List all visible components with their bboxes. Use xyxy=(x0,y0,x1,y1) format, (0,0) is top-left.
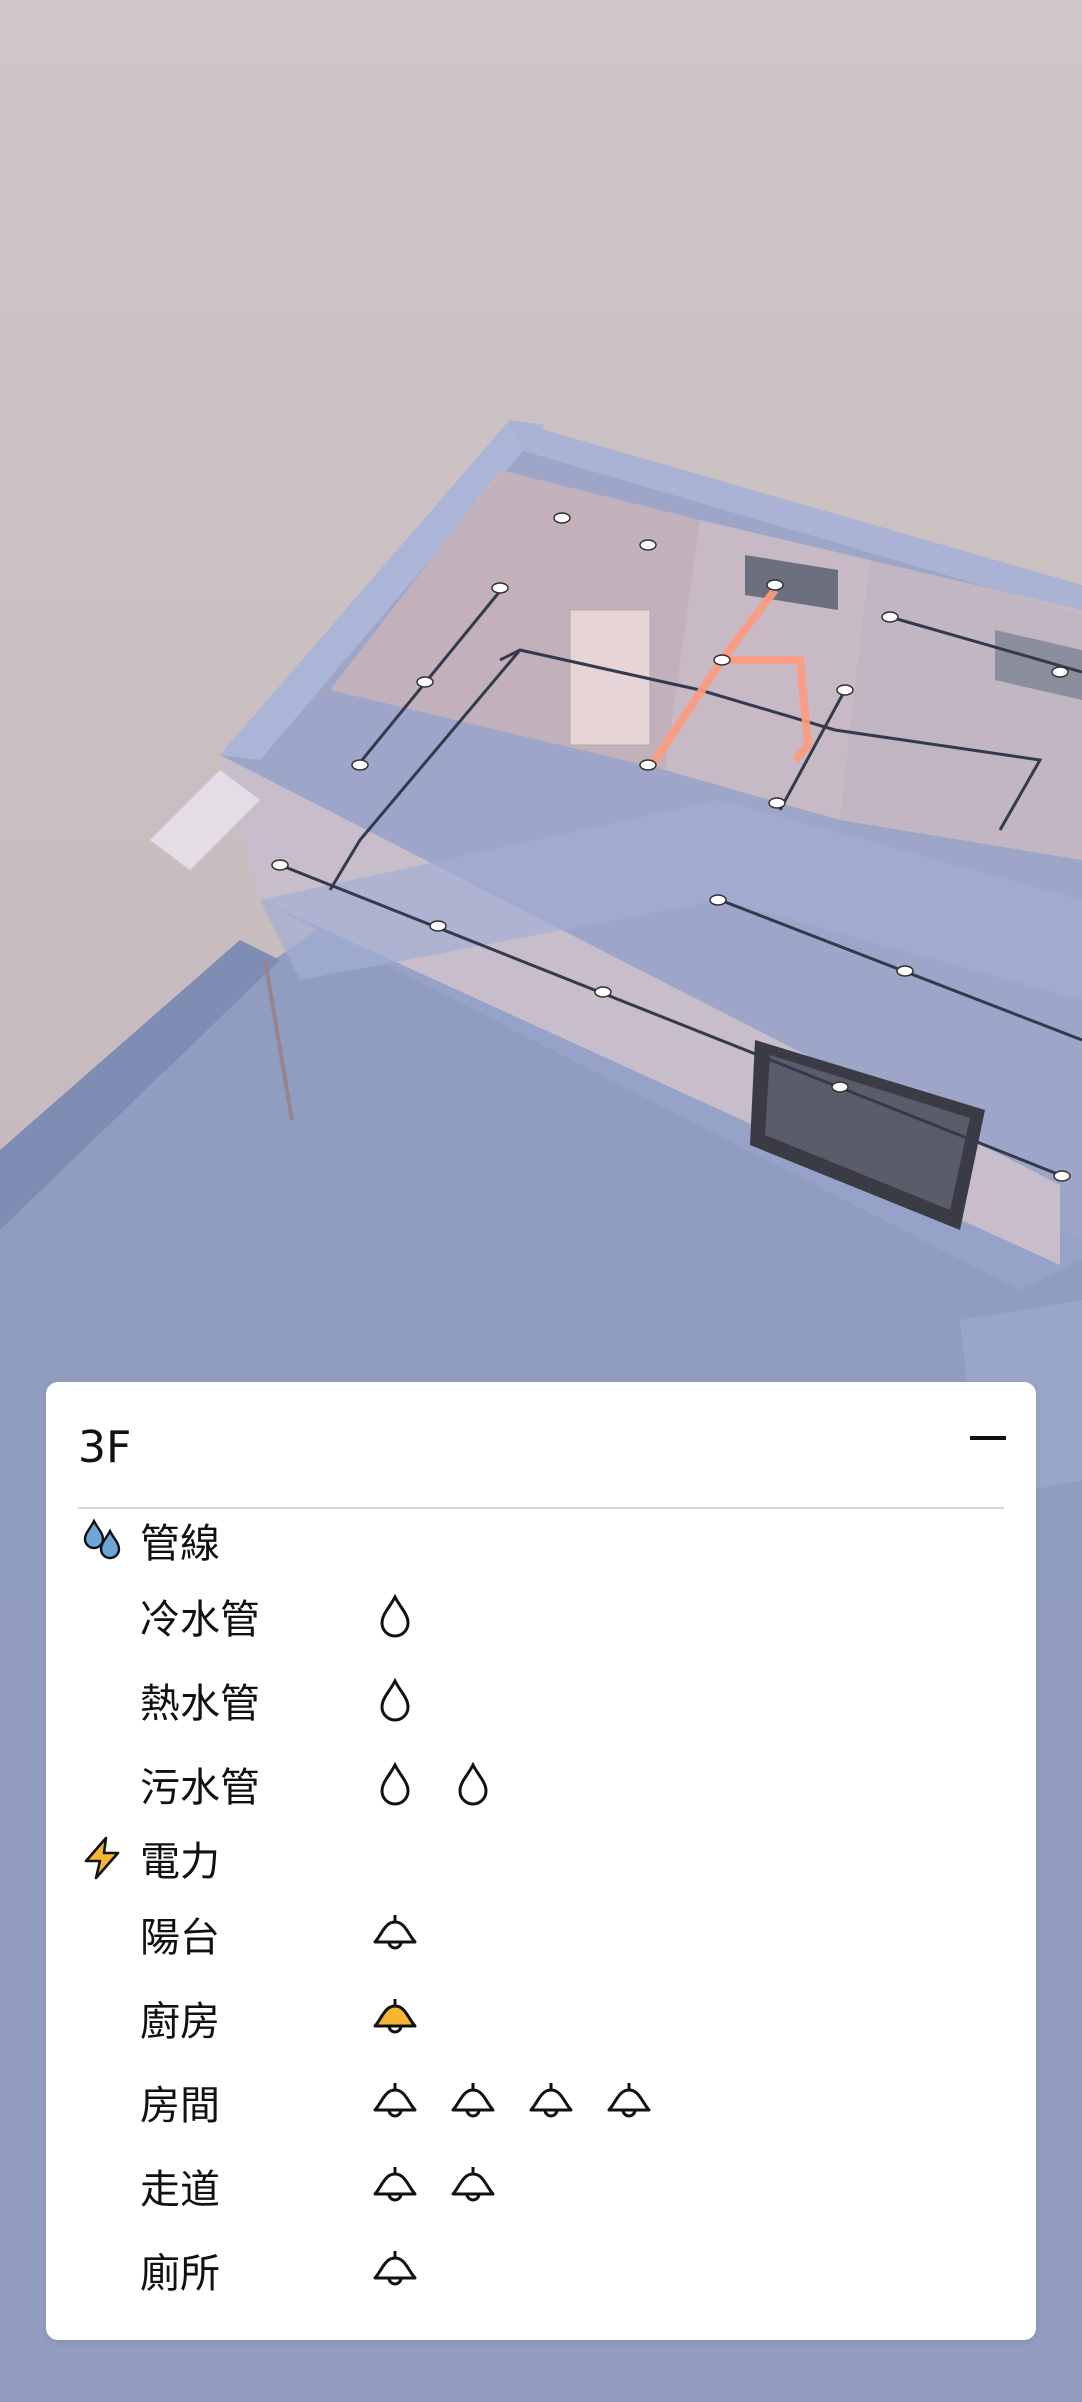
item-balcony[interactable]: 陽台 xyxy=(140,1904,448,1964)
room-back-right xyxy=(840,560,1082,860)
water-drop-icon[interactable] xyxy=(448,1759,498,1809)
lightning-icon xyxy=(78,1833,128,1883)
water-drop-icon[interactable] xyxy=(370,1759,420,1809)
item-label: 廚房 xyxy=(140,1999,220,2045)
category-pipes[interactable]: 管線 xyxy=(78,1510,220,1570)
lamp-icon[interactable] xyxy=(370,2245,420,2295)
water-drop-icon[interactable] xyxy=(370,1675,420,1725)
category-label: 電力 xyxy=(140,1839,220,1885)
item-label: 熱水管 xyxy=(140,1681,260,1727)
lamp-icon-active[interactable] xyxy=(370,1993,420,2043)
item-hot-water-pipe[interactable]: 熱水管 xyxy=(140,1670,448,1730)
water-drops-icon xyxy=(78,1515,128,1565)
item-sewage-pipe[interactable]: 污水管 xyxy=(140,1754,526,1814)
item-label: 廁所 xyxy=(140,2251,220,2297)
divider xyxy=(78,1507,1004,1509)
collapse-button[interactable] xyxy=(970,1436,1006,1440)
item-label: 污水管 xyxy=(140,1765,260,1811)
item-label: 走道 xyxy=(140,2167,220,2213)
lamp-icon[interactable] xyxy=(448,2077,498,2127)
item-label: 冷水管 xyxy=(140,1597,260,1643)
category-electric[interactable]: 電力 xyxy=(78,1828,220,1888)
item-corridor[interactable]: 走道 xyxy=(140,2156,526,2216)
item-rooms[interactable]: 房間 xyxy=(140,2072,682,2132)
lamp-icon[interactable] xyxy=(370,2161,420,2211)
floor-legend-panel: 3F 管線 冷水管 熱水管 污水管 電力 陽台 廚房 房間 走道 廁所 xyxy=(46,1382,1036,2340)
lamp-icon[interactable] xyxy=(448,2161,498,2211)
item-label: 陽台 xyxy=(140,1915,220,1961)
lamp-icon[interactable] xyxy=(370,1909,420,1959)
item-label: 房間 xyxy=(140,2083,220,2129)
item-kitchen[interactable]: 廚房 xyxy=(140,1988,448,2048)
floor-title: 3F xyxy=(78,1422,132,1473)
category-label: 管線 xyxy=(140,1521,220,1567)
lamp-icon[interactable] xyxy=(370,2077,420,2127)
item-cold-water-pipe[interactable]: 冷水管 xyxy=(140,1586,448,1646)
lamp-icon[interactable] xyxy=(604,2077,654,2127)
water-drop-icon[interactable] xyxy=(370,1591,420,1641)
item-toilet[interactable]: 廁所 xyxy=(140,2240,448,2300)
lamp-icon[interactable] xyxy=(526,2077,576,2127)
